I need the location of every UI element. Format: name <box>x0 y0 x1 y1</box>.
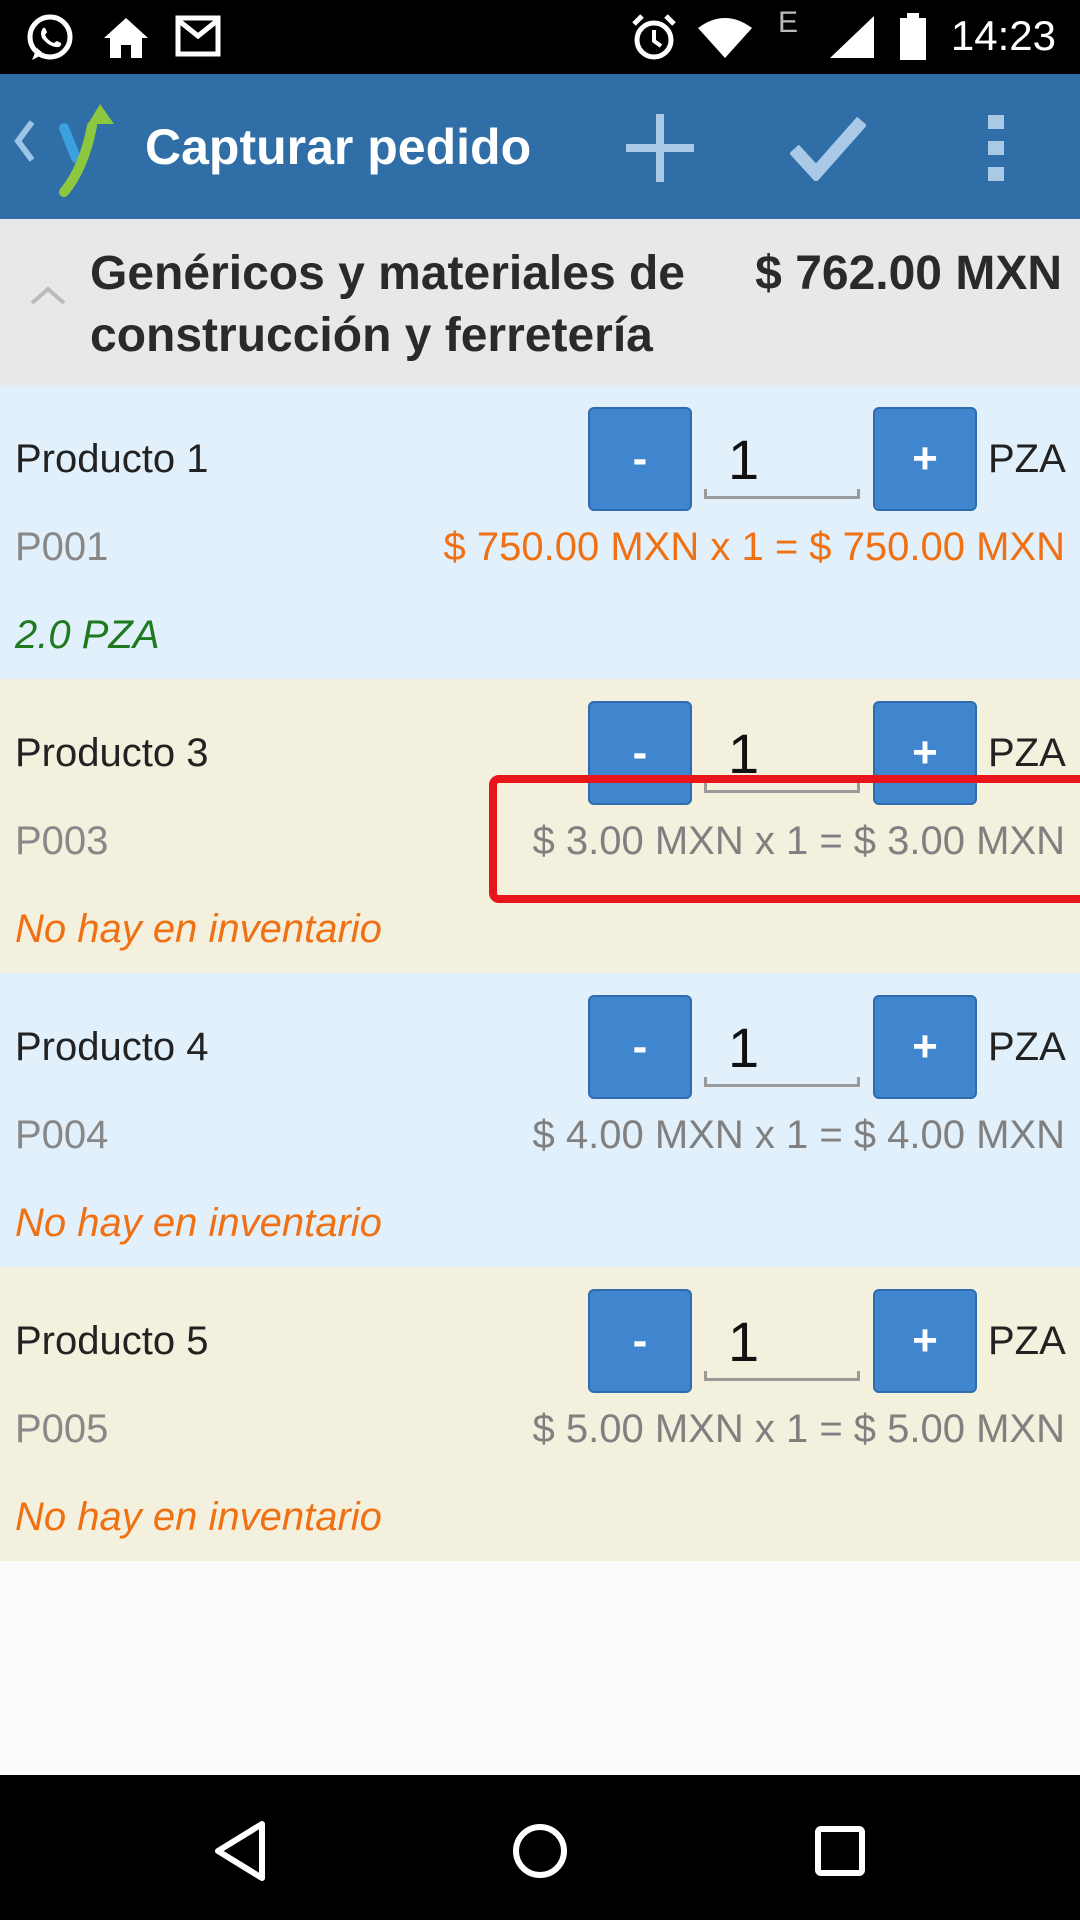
battery-icon <box>898 12 928 67</box>
home-circle-icon[interactable] <box>500 1811 580 1891</box>
stock-status: No hay en inventario <box>15 1201 382 1245</box>
network-type-label: E <box>778 6 799 39</box>
add-button[interactable] <box>620 108 700 188</box>
product-name: Producto 3 <box>15 731 209 775</box>
home-icon <box>100 12 152 69</box>
product-code: P003 <box>15 819 109 863</box>
confirm-check-icon <box>790 116 866 181</box>
product-list: Producto 1 - 1 + PZA P001 $ 750.00 MXN x… <box>0 385 1080 1561</box>
unit-label: PZA <box>988 437 1066 481</box>
status-time: 14:23 <box>950 12 1056 59</box>
decrease-quantity-button[interactable]: - <box>588 407 692 511</box>
quantity-value: 1 <box>728 428 760 491</box>
unit-label: PZA <box>988 731 1066 775</box>
quantity-value: 1 <box>728 1016 760 1079</box>
whatsapp-icon <box>24 12 76 69</box>
product-row: Producto 3 - 1 + PZA P003 $ 3.00 MXN x 1… <box>0 679 1080 973</box>
increase-quantity-button[interactable]: + <box>873 1289 977 1393</box>
product-row: Producto 1 - 1 + PZA P001 $ 750.00 MXN x… <box>0 385 1080 679</box>
status-bar: E 14:23 <box>0 0 1080 74</box>
category-name: Genéricos y materiales de construcción y… <box>90 247 685 362</box>
wifi-icon <box>696 16 754 65</box>
unit-label: PZA <box>988 1025 1066 1069</box>
collapse-chevron-icon[interactable] <box>28 283 68 312</box>
decrease-quantity-button[interactable]: - <box>588 995 692 1099</box>
back-triangle-icon[interactable] <box>200 1811 280 1891</box>
recents-square-icon[interactable] <box>800 1811 880 1891</box>
screen-title: Capturar pedido <box>145 119 532 175</box>
category-header[interactable]: Genéricos y materiales de construcción y… <box>0 219 1080 385</box>
increase-quantity-button[interactable]: + <box>873 995 977 1099</box>
system-nav-bar <box>0 1775 1080 1920</box>
product-name: Producto 1 <box>15 437 209 481</box>
price-calculation: $ 750.00 MXN x 1 = $ 750.00 MXN <box>443 525 1065 569</box>
price-calculation: $ 5.00 MXN x 1 = $ 5.00 MXN <box>532 1407 1065 1451</box>
stock-status: 2.0 PZA <box>15 613 160 657</box>
price-calculation: $ 4.00 MXN x 1 = $ 4.00 MXN <box>532 1113 1065 1157</box>
decrease-quantity-button[interactable]: - <box>588 1289 692 1393</box>
add-icon <box>626 114 694 182</box>
product-row: Producto 4 - 1 + PZA P004 $ 4.00 MXN x 1… <box>0 973 1080 1267</box>
quantity-input[interactable]: 1 <box>704 415 860 499</box>
signal-icon <box>828 14 876 65</box>
action-bar: Capturar pedido <box>0 74 1080 219</box>
product-row: Producto 5 - 1 + PZA P005 $ 5.00 MXN x 1… <box>0 1267 1080 1561</box>
app-logo-icon <box>58 102 118 203</box>
quantity-value: 1 <box>728 1310 760 1373</box>
product-code: P001 <box>15 525 109 569</box>
back-chevron-icon[interactable] <box>12 116 36 171</box>
alarm-icon <box>630 12 678 69</box>
quantity-input[interactable]: 1 <box>704 1003 860 1087</box>
overflow-menu-button[interactable] <box>956 108 1036 188</box>
highlight-annotation-box <box>489 775 1080 903</box>
product-name: Producto 4 <box>15 1025 209 1069</box>
stock-status: No hay en inventario <box>15 1495 382 1539</box>
stock-status: No hay en inventario <box>15 907 382 951</box>
confirm-button[interactable] <box>788 108 868 188</box>
overflow-menu-icon <box>988 115 1004 181</box>
product-code: P004 <box>15 1113 109 1157</box>
category-total: $ 762.00 MXN <box>755 247 1062 300</box>
product-code: P005 <box>15 1407 109 1451</box>
gmail-icon <box>174 12 222 65</box>
product-name: Producto 5 <box>15 1319 209 1363</box>
quantity-input[interactable]: 1 <box>704 1297 860 1381</box>
unit-label: PZA <box>988 1319 1066 1363</box>
increase-quantity-button[interactable]: + <box>873 407 977 511</box>
